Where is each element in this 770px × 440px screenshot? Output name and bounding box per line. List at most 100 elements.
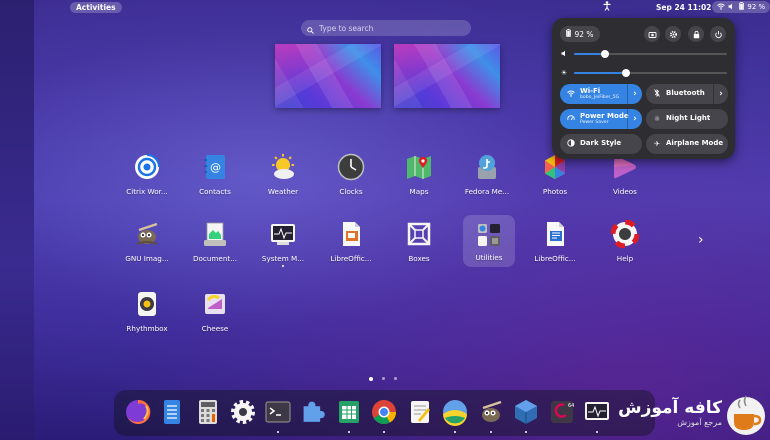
app-rhythmbox[interactable]: Rhythmbox [112,290,182,348]
power-saver-icon [567,114,575,124]
app-document-scanner[interactable]: Document... [180,220,250,278]
app-clocks[interactable]: Clocks [316,153,386,211]
running-indicator [277,431,279,433]
wifi-icon [567,90,575,99]
brightness-track[interactable] [574,69,727,77]
app-label: Help [616,254,634,263]
battery-status-button[interactable]: 92 % [560,26,600,42]
dock-debian[interactable]: 64 [548,398,576,426]
running-indicator [282,265,284,267]
app-cheese[interactable]: Cheese [180,290,250,348]
app-libreoffice-writer[interactable]: LibreOffic... [520,220,590,278]
app-gimp[interactable]: GNU Imag... [112,220,182,278]
terminal-icon [265,401,291,423]
power-button[interactable] [710,26,726,42]
wifi-menu-arrow-icon[interactable]: › [627,84,642,104]
app-label: Cheese [201,324,229,333]
app-libreoffice-impress[interactable]: LibreOffic... [316,220,386,278]
brightness-slider[interactable]: ☀ [560,68,727,78]
watermark-subtitle: مرجع آموزش [677,418,722,427]
dark-style-toggle[interactable]: Dark Style [560,134,642,154]
dock-spreadsheet[interactable] [335,398,363,426]
text-editor-icon [411,401,430,423]
airplane-mode-toggle[interactable]: ✈ Airplane Mode [646,134,728,154]
dock-gimp[interactable] [477,398,505,426]
lock-button[interactable] [688,26,704,42]
dock-chrome[interactable] [370,398,398,426]
workspace-thumbnail-1[interactable] [275,44,381,108]
search-input[interactable] [319,23,459,33]
volume-slider[interactable] [560,49,727,59]
app-boxes[interactable]: Boxes [384,220,454,278]
app-label: Utilities [475,253,503,262]
page-dot-2[interactable] [382,377,385,380]
page-dot-1[interactable] [369,376,373,381]
app-weather[interactable]: Weather [248,153,318,211]
app-photos[interactable]: Photos [520,153,590,211]
app-maps[interactable]: Maps [384,153,454,211]
page-dot-3[interactable] [394,377,397,380]
app-fedora-media-writer[interactable]: Fedora Me... [452,153,522,211]
screenshot-button[interactable] [644,26,660,42]
bluetooth-menu-arrow-icon[interactable]: › [713,84,728,104]
volume-knob[interactable] [600,50,609,58]
cheese-icon [205,294,225,314]
debian-icon: 64 [551,401,574,423]
quick-settings-menu: 92 % ☀ Wi-Fi bobo_JeiFiber_5G › Bluetoot… [552,18,735,159]
dock-terminal[interactable] [264,398,292,426]
dock-virtualbox[interactable] [512,398,540,426]
battery-percent: 92 % [747,3,766,11]
app-label: Citrix Wor... [126,187,168,196]
dock-calculator[interactable] [194,398,222,426]
app-label: Fedora Me... [464,187,510,196]
search-entry[interactable] [301,20,471,36]
dock-firefox[interactable] [124,398,152,426]
power-mode-toggle[interactable]: Power Mode Power Saver › [560,109,642,129]
app-label: Rhythmbox [126,324,168,333]
notes-icon [164,400,180,424]
app-label: Weather [267,187,299,196]
wallpaper-icon [443,400,467,426]
power-icon [714,30,722,38]
wifi-icon [716,3,725,12]
app-label: LibreOffic... [534,254,576,263]
app-citrix[interactable]: Citrix Wor... [112,153,182,211]
brightness-knob[interactable] [622,69,631,77]
system-monitor-icon [585,402,609,420]
app-contacts[interactable]: @ Contacts [180,153,250,211]
activities-button[interactable]: Activities [70,2,122,13]
dock-system-monitor[interactable] [583,398,611,426]
brightness-icon: ☀ [560,69,568,77]
app-videos[interactable]: Videos [590,153,660,211]
tile-title: Dark Style [580,139,622,148]
page-indicator[interactable] [369,376,397,381]
svg-text:64: 64 [568,403,574,409]
app-label: Videos [613,187,637,196]
app-help[interactable]: Help [590,220,660,278]
date-time-label[interactable]: Sep 24 11:02 [656,3,711,12]
workspace-thumbnail-2[interactable] [394,44,500,108]
dock-text-editor[interactable] [406,398,434,426]
volume-track[interactable] [574,50,727,58]
power-mode-menu-arrow-icon[interactable]: › [627,109,642,129]
app-utilities-folder[interactable]: Utilities [463,215,515,267]
dock-notes[interactable] [158,398,186,426]
dock-wallpaper[interactable] [441,398,469,426]
wifi-toggle[interactable]: Wi-Fi bobo_JeiFiber_5G › [560,84,642,104]
next-page-arrow-icon[interactable]: › [698,232,704,248]
app-system-monitor[interactable]: System M... [248,220,318,278]
bluetooth-toggle[interactable]: Bluetooth › [646,84,728,104]
night-light-toggle[interactable]: ☼ Night Light [646,109,728,129]
accessibility-icon[interactable] [603,1,611,14]
clock-icon [337,153,365,181]
tile-title: Bluetooth [666,89,705,98]
battery-icon [566,29,572,39]
system-status-area[interactable]: 92 % [712,1,770,13]
gimp-icon [482,400,502,422]
help-icon [611,220,639,248]
gear-icon [669,30,677,38]
dock-settings[interactable] [229,398,257,426]
settings-button[interactable] [665,26,681,42]
dock-extensions[interactable] [299,398,327,426]
watermark-title: کافه آموزش [618,398,722,418]
